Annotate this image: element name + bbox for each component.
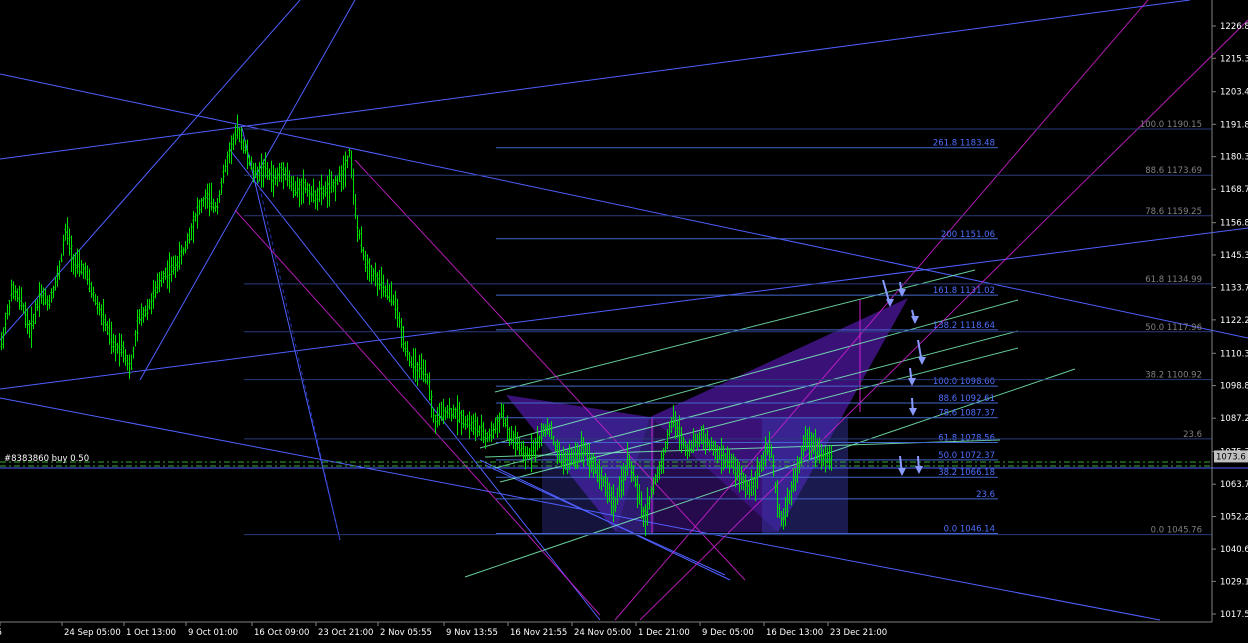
- fib-right-label-6: 23.6: [1183, 430, 1202, 440]
- fib-center-label-11: 0.0 1046.14: [944, 525, 995, 535]
- y-tick-label-17: 1029.1: [1220, 577, 1248, 587]
- fib-center-label-3: 138.2 1118.64: [933, 321, 995, 331]
- fib-center-label-0: 261.8 1183.48: [933, 139, 995, 149]
- fib-center-label-8: 50.0 1072.37: [938, 451, 995, 461]
- y-tick-label-14: 1063.7: [1220, 480, 1248, 490]
- fib-right-label-2: 78.6 1159.25: [1145, 207, 1202, 217]
- x-tick-label-12: 16 Dec 13:00: [766, 628, 823, 638]
- x-tick-label-5: 23 Oct 21:00: [318, 628, 373, 638]
- y-tick-label-15: 1052.2: [1220, 513, 1248, 523]
- x-tick-label-6: 2 Nov 05:55: [380, 628, 432, 638]
- fib-right-label-1: 88.6 1173.69: [1145, 166, 1202, 176]
- fib-center-label-6: 78.6 1087.37: [938, 409, 995, 419]
- x-tick-label-1: 24 Sep 05:00: [64, 628, 121, 638]
- fib-right-label-0: 100.0 1190.15: [1140, 120, 1202, 130]
- x-tick-label-10: 1 Dec 21:00: [638, 628, 690, 638]
- x-tick-label-4: 16 Oct 09:00: [254, 628, 309, 638]
- fib-center-label-1: 200 1151.06: [941, 230, 995, 240]
- x-tick-label-0: 6 Sep 2015: [0, 628, 2, 638]
- y-tick-label-4: 1180.3: [1220, 153, 1248, 163]
- y-tick-label-8: 1133.7: [1220, 284, 1248, 294]
- y-tick-label-12: 1087.2: [1220, 414, 1248, 424]
- fib-right-label-5: 38.2 1100.92: [1145, 371, 1202, 381]
- fib-center-label-10: 23.6: [976, 490, 995, 500]
- y-tick-label-11: 1098.8: [1220, 382, 1248, 392]
- chart-canvas: #8383860 buy 0.50 261.8 1183.48 200 1151.…: [0, 0, 1248, 639]
- y-tick-label-18: 1017.5: [1220, 610, 1248, 620]
- x-tick-label-9: 24 Nov 05:00: [574, 628, 631, 638]
- fib-center-label-2: 161.8 1131.02: [933, 286, 995, 296]
- fib-right-label-7: 0.0 1045.76: [1151, 526, 1202, 536]
- x-tick-label-11: 9 Dec 05:00: [702, 628, 754, 638]
- fib-center-label-5: 88.6 1092.61: [938, 394, 995, 404]
- fib-right-label-3: 61.8 1134.99: [1145, 275, 1202, 285]
- y-tick-label-16: 1040.6: [1220, 545, 1248, 555]
- current-price-label: 1073.6: [1216, 452, 1246, 462]
- fib-center-label-9: 38.2 1066.18: [938, 468, 995, 478]
- price-chart[interactable]: #8383860 buy 0.50 261.8 1183.48 200 1151.…: [0, 0, 1248, 639]
- y-tick-label-3: 1191.8: [1220, 120, 1248, 130]
- y-tick-label-10: 1110.3: [1220, 349, 1248, 359]
- y-tick-label-0: 1226.8: [1220, 22, 1248, 32]
- x-tick-label-8: 16 Nov 21:55: [510, 628, 567, 638]
- y-tick-label-6: 1156.8: [1220, 219, 1248, 229]
- x-tick-label-13: 23 Dec 21:00: [830, 628, 887, 638]
- x-tick-label-2: 1 Oct 13:00: [126, 628, 176, 638]
- y-tick-label-7: 1145.3: [1220, 251, 1248, 261]
- y-tick-label-9: 1122.2: [1220, 316, 1248, 326]
- x-tick-label-3: 9 Oct 01:00: [188, 628, 238, 638]
- order-label: #8383860 buy 0.50: [4, 454, 89, 464]
- fib-right-label-4: 50.0 1117.96: [1145, 323, 1202, 333]
- y-tick-label-2: 1203.4: [1220, 88, 1248, 98]
- x-tick-label-7: 9 Nov 13:55: [446, 628, 498, 638]
- y-tick-label-5: 1168.7: [1220, 185, 1248, 195]
- fib-center-label-4: 100.0 1098.60: [933, 377, 995, 387]
- y-tick-label-1: 1215.3: [1220, 54, 1248, 64]
